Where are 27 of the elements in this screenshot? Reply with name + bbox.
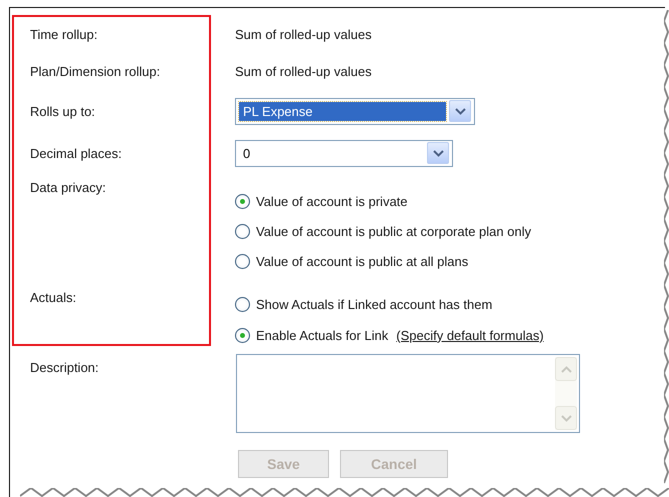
dropdown[interactable]: PL Expense: [235, 98, 475, 124]
dropdown[interactable]: 0: [235, 140, 453, 166]
radio-label[interactable]: Value of account is private: [256, 194, 408, 208]
chevron-down-icon: [560, 414, 572, 422]
field-label: Decimal places:: [30, 146, 123, 160]
formulas-link[interactable]: (Specify default formulas): [396, 328, 544, 343]
field-label: Plan/Dimension rollup:: [30, 64, 162, 79]
field-label: Description:: [30, 360, 100, 375]
radio-button[interactable]: [235, 297, 250, 312]
radio-label[interactable]: Value of account is public at corporate plan only: [256, 224, 532, 238]
field-label: Time rollup:: [30, 26, 98, 42]
radio-button[interactable]: [235, 328, 250, 343]
radio-button[interactable]: [235, 194, 250, 208]
radio-button[interactable]: [235, 254, 250, 268]
radio-button[interactable]: [235, 224, 250, 238]
chevron-down-icon: [454, 108, 466, 114]
description-field[interactable]: [236, 354, 580, 433]
chevron-up-icon: [560, 366, 572, 372]
field-value: Sum of rolled-up values: [235, 64, 373, 79]
field-label: Actuals:: [30, 290, 78, 305]
field-label: Rolls up to:: [30, 104, 96, 118]
radio-label[interactable]: Enable Actuals for Link: [256, 328, 388, 343]
field-label: Data privacy:: [30, 180, 107, 195]
radio-label[interactable]: Show Actuals if Linked account has them: [256, 297, 492, 312]
chevron-down-icon: [432, 150, 444, 156]
field-value: Sum of rolled-up values: [235, 26, 373, 42]
radio-label[interactable]: Value of account is public at all plans: [256, 254, 468, 268]
